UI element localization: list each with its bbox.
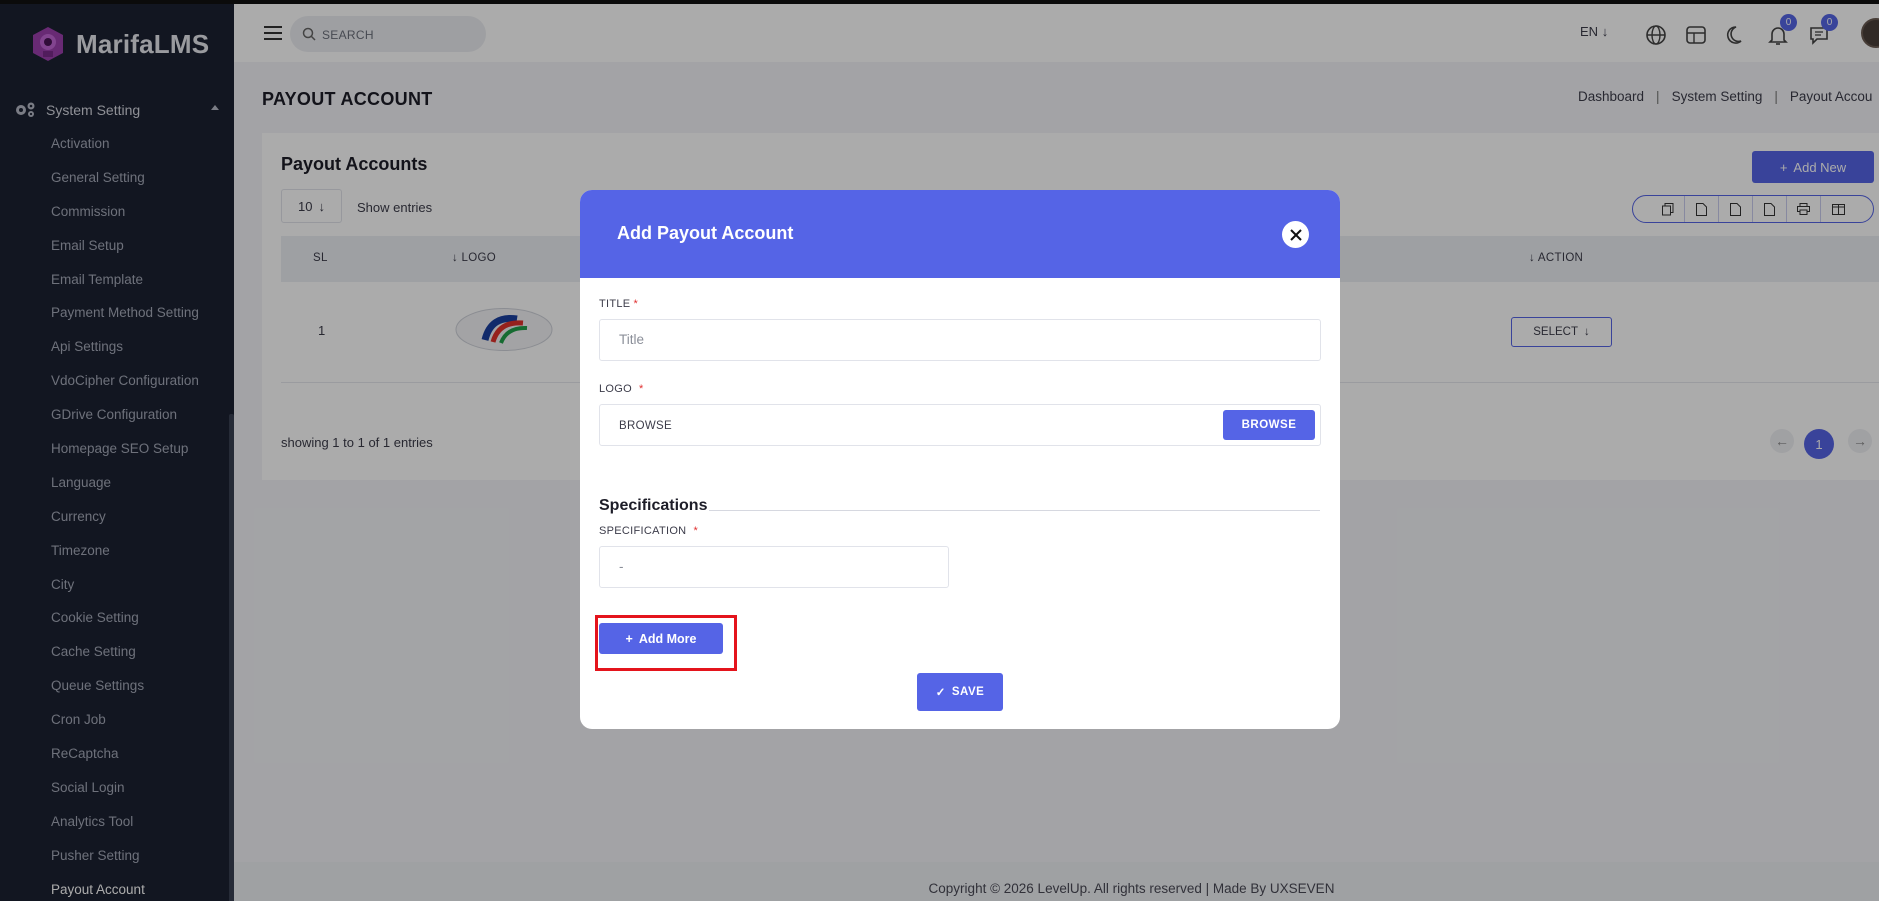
specifications-divider: [705, 510, 1320, 511]
logo-label: LOGO *: [599, 383, 644, 395]
save-button[interactable]: ✓ SAVE: [917, 673, 1003, 711]
modal-header: Add Payout Account: [580, 190, 1340, 278]
logo-file-name: BROWSE: [619, 420, 672, 432]
title-input[interactable]: Title: [599, 319, 1321, 361]
add-more-label: Add More: [638, 631, 697, 646]
modal-title: Add Payout Account: [617, 223, 794, 243]
check-icon: ✓: [935, 687, 946, 699]
required-asterisk: *: [633, 298, 639, 310]
logo-file-input[interactable]: BROWSE: [599, 404, 1321, 446]
add-more-button[interactable]: + Add More: [599, 623, 723, 654]
title-label-text: TITLE: [599, 298, 631, 310]
plus-icon: +: [625, 631, 633, 646]
close-button[interactable]: [1282, 221, 1309, 248]
required-asterisk: *: [693, 525, 699, 537]
close-icon: [1289, 228, 1302, 241]
specification-input[interactable]: -: [599, 546, 949, 588]
specifications-heading: Specifications: [599, 497, 710, 515]
required-asterisk: *: [639, 383, 644, 395]
specification-label: SPECIFICATION *: [599, 525, 698, 537]
title-label: TITLE *: [599, 298, 638, 310]
specification-label-text: SPECIFICATION: [599, 525, 687, 537]
browse-button[interactable]: BROWSE: [1223, 410, 1315, 440]
logo-label-text: LOGO: [599, 383, 632, 395]
save-label: SAVE: [951, 686, 985, 698]
add-payout-account-modal: Add Payout Account TITLE * Title LOGO * BR…: [580, 190, 1340, 729]
